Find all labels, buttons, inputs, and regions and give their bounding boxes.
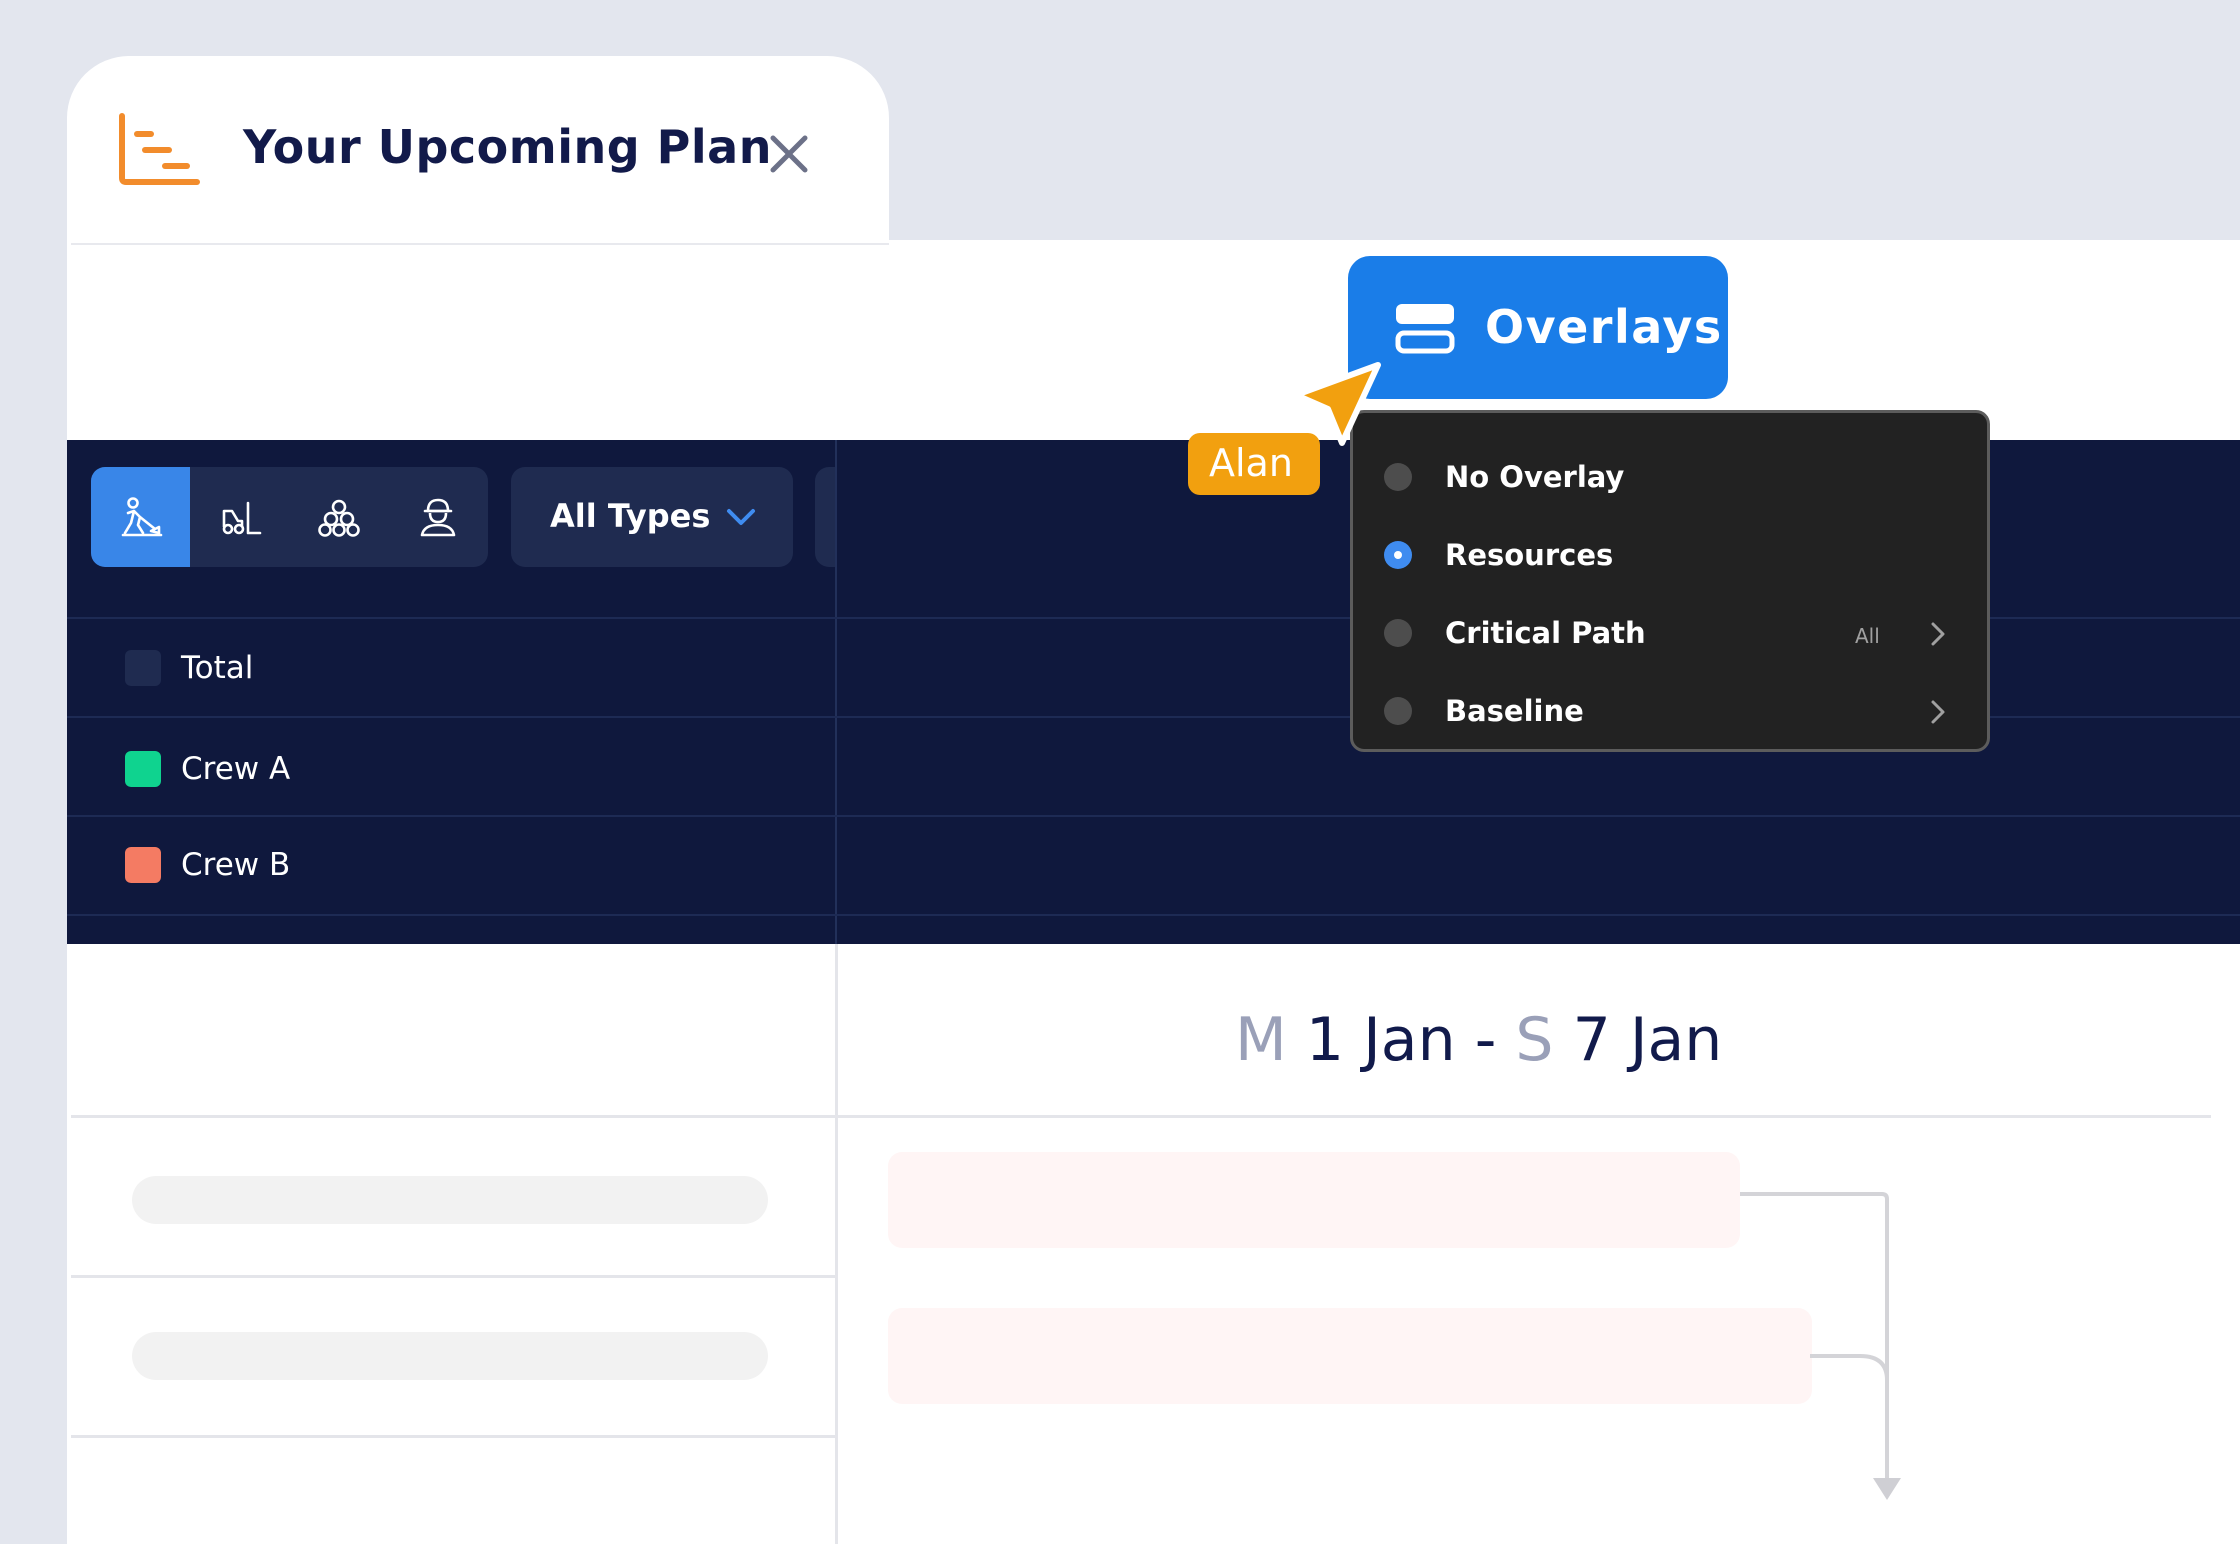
gantt-task-bar[interactable] [888, 1308, 1812, 1404]
row-divider [67, 815, 2240, 817]
types-dropdown-label: All Types [550, 497, 711, 535]
gantt-task-bar[interactable] [888, 1152, 1740, 1248]
radio-button[interactable] [1384, 619, 1412, 647]
radio-button-selected[interactable] [1384, 541, 1412, 569]
overlay-option-baseline[interactable]: Baseline [1353, 672, 1987, 750]
menu-item-label: Resources [1445, 538, 1614, 572]
menu-item-label: No Overlay [1445, 460, 1625, 494]
row-divider [67, 914, 2240, 916]
chevron-down-icon [727, 509, 755, 525]
column-divider [835, 944, 838, 1544]
overlays-button[interactable]: Overlays [1348, 256, 1728, 399]
end-date: 7 Jan [1572, 1005, 1723, 1075]
legend-swatch [125, 650, 161, 686]
overlay-option-resources[interactable]: Resources [1353, 516, 1987, 594]
equipment-tab[interactable] [190, 467, 289, 567]
radio-button[interactable] [1384, 697, 1412, 725]
start-day: M [1235, 1005, 1287, 1075]
overlay-option-no-overlay[interactable]: No Overlay [1353, 438, 1987, 516]
overlays-button-label: Overlays [1485, 300, 1723, 354]
collaborator-name-tag: Alan [1188, 433, 1320, 495]
tab-divider [71, 243, 889, 245]
task-name-placeholder [132, 1332, 768, 1380]
end-day: S [1515, 1005, 1554, 1075]
start-date: 1 Jan [1305, 1005, 1456, 1075]
toolbar-overflow-control[interactable] [815, 467, 835, 567]
date-separator: - [1474, 1005, 1497, 1075]
legend-swatch [125, 751, 161, 787]
column-divider [835, 440, 837, 944]
crew-tab[interactable] [388, 467, 487, 567]
header-divider [71, 1115, 2211, 1118]
types-dropdown[interactable]: All Types [511, 467, 793, 567]
overlay-option-critical-path[interactable]: Critical Path All [1353, 594, 1987, 672]
legend-label: Total [181, 650, 254, 686]
radio-button[interactable] [1384, 463, 1412, 491]
row-divider [71, 1435, 835, 1438]
materials-stack-icon [318, 499, 360, 537]
labour-tab[interactable] [91, 467, 190, 567]
chevron-right-icon [1931, 622, 1945, 646]
menu-item-label: Baseline [1445, 694, 1584, 728]
gantt-plan-icon [119, 113, 200, 185]
legend-label: Crew A [181, 751, 291, 787]
forklift-icon [222, 501, 262, 535]
menu-item-label: Critical Path [1445, 616, 1646, 650]
resource-type-switcher [91, 467, 488, 567]
close-icon[interactable] [759, 124, 819, 184]
worker-digging-icon [121, 497, 163, 537]
chevron-right-icon [1931, 700, 1945, 724]
layers-icon [1395, 304, 1455, 354]
hardhat-worker-icon [420, 498, 456, 537]
date-range: M 1 Jan - S 7 Jan [1235, 1005, 1722, 1075]
collaborator-name: Alan [1209, 441, 1293, 485]
overlay-menu: No Overlay Resources Critical Path All B… [1350, 410, 1990, 752]
legend-label: Crew B [181, 847, 291, 883]
page-title: Your Upcoming Plan [243, 120, 772, 174]
legend-swatch [125, 847, 161, 883]
row-divider [71, 1275, 835, 1278]
dependency-arrow-icon [1740, 1192, 1901, 1500]
menu-item-badge: All [1855, 624, 1880, 648]
task-name-placeholder [132, 1176, 768, 1224]
materials-tab[interactable] [289, 467, 388, 567]
